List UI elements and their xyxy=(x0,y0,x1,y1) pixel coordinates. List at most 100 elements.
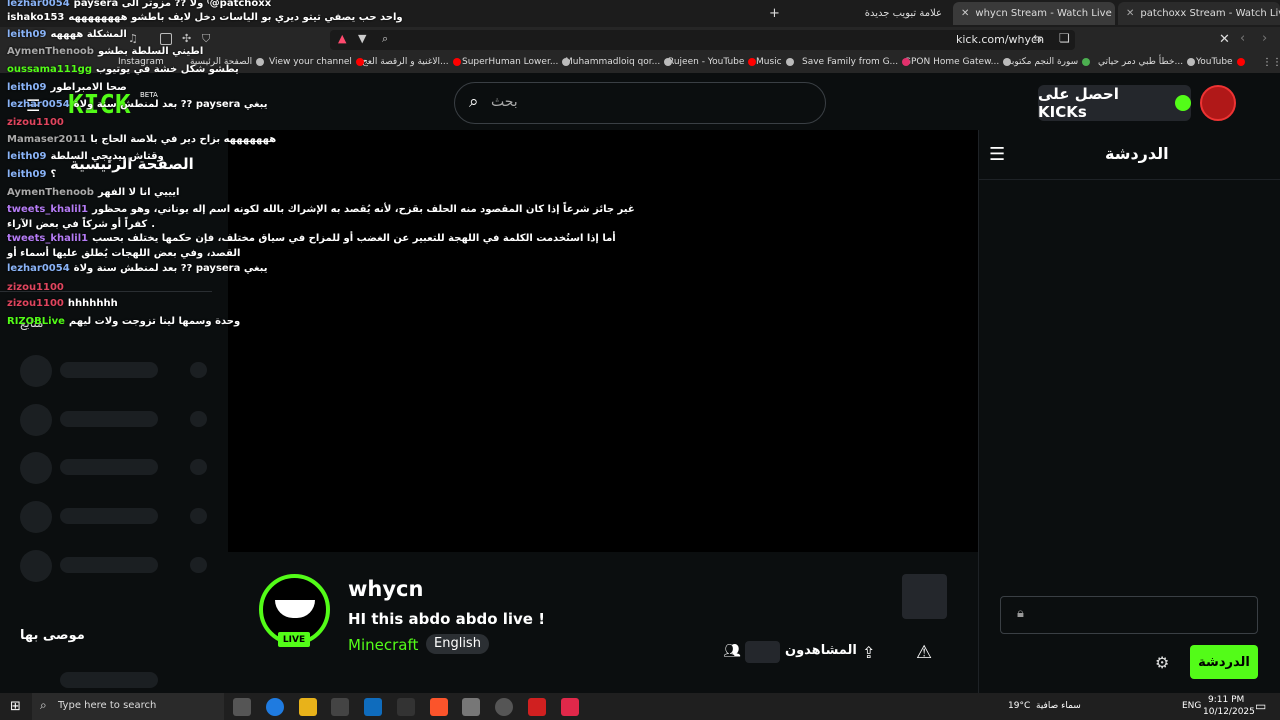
bookmark-item[interactable]: Rujeen - YouTube xyxy=(668,57,757,67)
chat-username[interactable]: tweets_khalil1 xyxy=(7,233,88,244)
chat-text: وقتاش بيديجي السلطة xyxy=(50,151,164,162)
chat-text: صحا الامبراطور xyxy=(50,82,127,93)
chat-username[interactable]: tweets_khalil1 xyxy=(7,204,88,215)
chat-username[interactable]: leith09 xyxy=(7,151,46,162)
get-kicks-label: احصل على KICKs xyxy=(1038,85,1119,121)
app-icon[interactable] xyxy=(528,698,546,716)
bookmark-item[interactable]: YouTube xyxy=(1196,57,1245,67)
chat-username[interactable]: lezhar0054 xyxy=(7,99,70,110)
address-bar[interactable]: ▲ ▼ ⌕ kick.com/whycn ⇆ ❏ xyxy=(330,30,1075,50)
add-friend-icon[interactable]: 👥︎ xyxy=(723,643,741,659)
outlook-icon[interactable] xyxy=(364,698,382,716)
youtube-icon xyxy=(748,57,757,66)
store-icon[interactable] xyxy=(331,698,349,716)
chat-username[interactable]: ishako153 xyxy=(7,12,64,23)
chat-username[interactable]: leith09 xyxy=(7,82,46,93)
tune-icon[interactable]: ⇆ xyxy=(1033,32,1042,45)
live-label: LIVE xyxy=(282,634,306,645)
tab-whycn[interactable]: ✕ whycn Stream - Watch Live on K xyxy=(953,2,1115,25)
chat-username[interactable]: RIZOBLive xyxy=(7,316,65,327)
stream-category[interactable]: Minecraft xyxy=(348,636,418,654)
shields-icon[interactable]: ▼ xyxy=(358,32,366,45)
chat-username[interactable]: Mamaser2011 xyxy=(7,134,86,145)
follow-button-placeholder[interactable] xyxy=(902,574,947,619)
chat-username[interactable]: AymenThenoob xyxy=(7,46,94,57)
bookmark-item[interactable]: View your channel xyxy=(269,57,364,67)
windows-start-icon[interactable]: ⊞ xyxy=(10,699,21,714)
chat-username[interactable]: lezhar0054 xyxy=(7,263,70,274)
bookmark-item[interactable]: Save Family from G... xyxy=(802,57,911,67)
bookmark-item[interactable]: سورة النجم مكتوبة xyxy=(1007,57,1091,67)
chat-input[interactable]: 🔒︎ xyxy=(1000,596,1258,634)
bookmark-item[interactable]: GPON Home Gatew... xyxy=(904,57,1012,67)
bookmark-label: Save Family from G... xyxy=(802,57,899,67)
chat-username[interactable]: oussama111gg xyxy=(7,64,92,75)
language-tag[interactable]: English xyxy=(426,634,489,654)
bookmark-item[interactable]: Music xyxy=(756,57,794,67)
chat-username[interactable]: AymenThenoob xyxy=(7,187,94,198)
clock-date[interactable]: 10/12/2025 xyxy=(1203,707,1255,717)
viewers-label: المشاهدون xyxy=(785,643,857,658)
chat-username[interactable]: zizou1100 xyxy=(7,117,64,128)
globe-icon xyxy=(256,57,265,66)
bookmark-label: خطأ طبي دمر حياتي... xyxy=(1098,57,1184,67)
chat-username[interactable]: zizou1100 xyxy=(7,298,64,309)
chat-text: أما إذا استُخدمت الكلمة في اللهجة للتعبي… xyxy=(92,233,616,244)
chat-username[interactable]: leith09 xyxy=(7,29,46,40)
bookmark-item[interactable]: خطأ طبي دمر حياتي... xyxy=(1098,57,1196,67)
apps-icon[interactable]: ⋮⋮ xyxy=(1262,57,1280,68)
app-icon[interactable] xyxy=(561,698,579,716)
capcut-icon[interactable] xyxy=(397,698,415,716)
file-explorer-icon[interactable] xyxy=(299,698,317,716)
close-tab-icon[interactable]: ✕ xyxy=(961,8,969,19)
bookmark-label: Muhammadloiq qor... xyxy=(565,57,661,67)
overlay-chat-message: كفراً أو شركاً في بعض الآراء. xyxy=(7,219,155,230)
search-box[interactable]: ⌕ بحث xyxy=(454,82,826,124)
globe-icon xyxy=(1003,57,1012,66)
screenshot-icon[interactable] xyxy=(160,33,172,45)
chat-username[interactable]: zizou1100 xyxy=(7,282,64,293)
taskbar-search[interactable]: ⌕ Type here to search xyxy=(32,693,224,720)
notifications-icon[interactable]: ▭ xyxy=(1255,699,1266,713)
bookmark-icon[interactable]: ❏ xyxy=(1059,31,1070,45)
bookmark-item[interactable]: SuperHuman Lower... xyxy=(462,57,571,67)
chat-send-button[interactable]: الدردشة xyxy=(1190,645,1258,679)
chat-username[interactable]: leith09 xyxy=(7,169,46,180)
chat-text: كفراً أو شركاً في بعض الآراء. xyxy=(7,219,156,230)
brave-icon[interactable] xyxy=(430,698,448,716)
forward-icon[interactable]: › xyxy=(1262,31,1267,46)
stream-title: HI this abdo abdo live ! xyxy=(348,610,546,628)
share-icon[interactable]: ⇪ xyxy=(862,643,875,662)
music-icon[interactable]: ♫ xyxy=(128,32,138,45)
extensions-icon[interactable]: ✣ xyxy=(182,32,191,45)
close-tab-icon[interactable]: ✕ xyxy=(1126,8,1134,19)
skeleton-avatar xyxy=(20,404,52,436)
chat-settings-icon[interactable]: ⚙ xyxy=(1155,653,1169,672)
tab-new-tab-page[interactable]: علامة تبويب جديدة xyxy=(800,2,950,25)
clock-time[interactable]: 9:11 PM xyxy=(1208,695,1244,705)
chat-text: يطشو شكل خشة في يوتيوب xyxy=(96,64,239,75)
report-icon[interactable]: ⚠ xyxy=(916,642,932,663)
back-icon[interactable]: ‹ xyxy=(1240,31,1245,46)
bookmark-item[interactable]: Muhammadloiq qor... xyxy=(565,57,673,67)
chat-username[interactable]: lezhar0054 xyxy=(7,0,70,9)
tab-patchoxx[interactable]: ✕ patchoxx Stream - Watch Live on K xyxy=(1118,2,1280,25)
edge-icon[interactable] xyxy=(266,698,284,716)
url-text[interactable]: kick.com/whycn xyxy=(956,33,1044,46)
obs-icon[interactable] xyxy=(495,698,513,716)
close-icon[interactable]: ✕ xyxy=(1219,32,1230,47)
copilot-icon[interactable] xyxy=(233,698,251,716)
shield-icon[interactable]: ⛉ xyxy=(202,32,210,46)
input-language[interactable]: ENG xyxy=(1182,701,1201,711)
video-player[interactable] xyxy=(228,130,978,552)
brave-icon[interactable]: ▲ xyxy=(338,32,346,45)
channel-name[interactable]: whycn xyxy=(348,577,423,601)
new-tab-button[interactable]: + xyxy=(769,6,780,21)
weather-temp[interactable]: 19°C xyxy=(1008,701,1030,711)
recommended-heading: موصى بها xyxy=(20,628,85,643)
app-icon[interactable] xyxy=(462,698,480,716)
get-kicks-button[interactable]: احصل على KICKs xyxy=(1038,85,1191,121)
user-avatar[interactable] xyxy=(1200,85,1236,121)
collapse-chat-icon[interactable]: ☰ xyxy=(989,144,1005,165)
bookmark-item[interactable]: الاغنية و الرقصة العج... xyxy=(362,57,461,67)
